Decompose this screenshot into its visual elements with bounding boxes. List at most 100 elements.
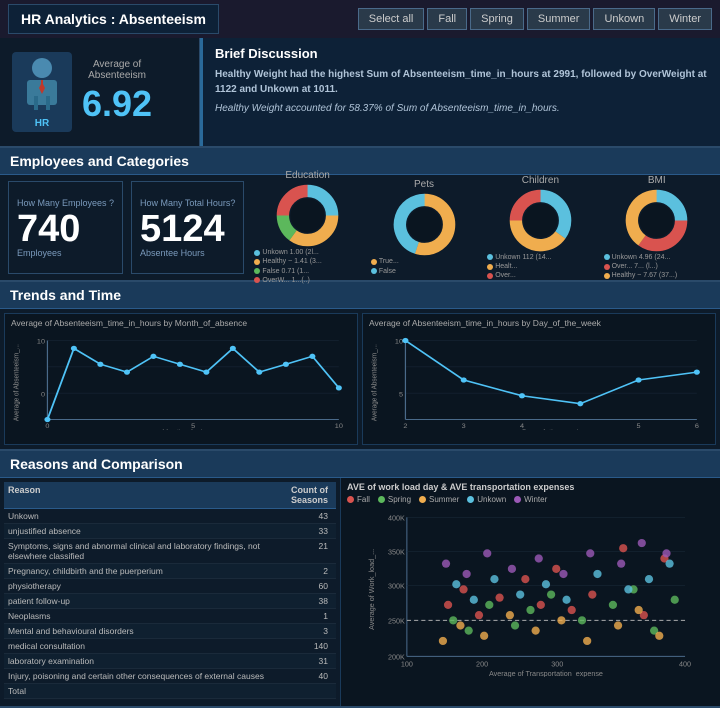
donut-legend-2: Unkown 112 (14...Healt...Over...	[485, 253, 595, 280]
reason-cell: medical consultation	[8, 641, 272, 651]
reasons-table-body: Unkown43unjustified absence33Symptoms, s…	[4, 509, 336, 699]
legend-item: OverW... 1...(..)	[254, 276, 360, 285]
trend-chart-2-title: Average of Absenteeism_time_in_hours by …	[369, 318, 709, 328]
legend-item: True...	[371, 257, 477, 266]
count-cell: 1	[272, 611, 332, 621]
table-row: Total	[4, 684, 336, 699]
legend-item: False 0.71 (1...	[254, 267, 360, 276]
table-row: patient follow-up38	[4, 594, 336, 609]
employees-sub-label: How Many Employees ?	[17, 198, 114, 208]
top-bar: HR Analytics : Absenteeism Select allFal…	[0, 0, 720, 38]
donut-svg-2	[508, 188, 573, 253]
trend-chart-2: Average of Absenteeism_time_in_hours by …	[362, 313, 716, 445]
line-chart-2: Average of Absenteeism_... 10 5	[369, 330, 709, 430]
donut-legend-1: True...False	[369, 257, 479, 275]
legend-text: Healt...	[495, 262, 517, 271]
donut-pets: PetsTrue...False	[369, 179, 479, 275]
svg-text:10: 10	[37, 339, 45, 345]
legend-dot	[487, 254, 493, 260]
svg-text:400K: 400K	[388, 513, 405, 522]
table-row: Injury, poisoning and certain other cons…	[4, 669, 336, 684]
donuts-row: EducationUnkown 1.00 (2l...Healthy ~ 1.4…	[252, 181, 712, 274]
kpi-section: HR Average ofAbsenteeism 6.92 Brief Disc…	[0, 38, 720, 148]
trend-chart-1: Average of Absenteeism_time_in_hours by …	[4, 313, 358, 445]
legend-dot	[604, 254, 610, 260]
legend-text: Over...	[495, 271, 516, 280]
legend-dot	[371, 259, 377, 265]
legend-text: Unkown 1.00 (2l...	[262, 248, 318, 257]
filter-btn-unkown[interactable]: Unkown	[593, 8, 655, 30]
kpi-values: Average ofAbsenteeism 6.92	[82, 59, 152, 125]
reason-cell: Pregnancy, childbirth and the puerperium	[8, 566, 272, 576]
svg-text:200: 200	[476, 660, 488, 669]
count-cell: 60	[272, 581, 332, 591]
filter-btn-select-all[interactable]: Select all	[358, 8, 425, 30]
reason-cell: unjustified absence	[8, 526, 272, 536]
count-cell: 40	[272, 671, 332, 681]
scatter-legend-item-summer: Summer	[419, 495, 459, 504]
legend-text: Unkown 112 (14...	[495, 253, 551, 262]
scatter-legend-dot	[347, 496, 354, 503]
reasons-content: Reason Count ofSeasons Unkown43unjustifi…	[0, 478, 720, 706]
svg-text:250K: 250K	[388, 616, 405, 625]
reasons-section: Reasons and Comparison Reason Count ofSe…	[0, 451, 720, 708]
svg-text:Average of Absenteeism_...: Average of Absenteeism_...	[13, 344, 20, 421]
legend-dot	[487, 273, 493, 279]
legend-item: Healt...	[487, 262, 593, 271]
svg-text:5: 5	[637, 423, 641, 429]
brief-text: Healthy Weight had the highest Sum of Ab…	[215, 67, 708, 116]
svg-text:300: 300	[551, 660, 563, 669]
donut-children: Children Unkown 112 (14...Healt...Over...	[485, 175, 595, 280]
table-row: laboratory examination31	[4, 654, 336, 669]
legend-dot	[487, 264, 493, 270]
count-cell: 38	[272, 596, 332, 606]
reason-cell: patient follow-up	[8, 596, 272, 606]
scatter-legend-dot	[467, 496, 474, 503]
svg-text:0: 0	[45, 423, 49, 429]
table-row: Neoplasms1	[4, 609, 336, 624]
legend-text: Healthy ~ 1.41 (3...	[262, 257, 321, 266]
legend-text: Unkown 4.96 (24...	[612, 253, 671, 262]
table-row: Symptoms, signs and abnormal clinical an…	[4, 539, 336, 564]
employees-number: 740	[17, 210, 80, 248]
legend-dot	[604, 264, 610, 270]
filter-buttons: Select allFallSpringSummerUnkownWinter	[358, 8, 712, 30]
filter-btn-winter[interactable]: Winter	[658, 8, 712, 30]
scatter-legend: FallSpringSummerUnkownWinter	[347, 495, 714, 504]
scatter-legend-label: Summer	[429, 495, 459, 504]
employees-count-box: How Many Employees ? 740 Employees	[8, 181, 123, 274]
table-row: unjustified absence33	[4, 524, 336, 539]
donut-title-3: BMI	[648, 175, 666, 186]
legend-dot	[254, 259, 260, 265]
filter-btn-spring[interactable]: Spring	[470, 8, 524, 30]
filter-btn-summer[interactable]: Summer	[527, 8, 591, 30]
scatter-area: 400K 350K 300K 250K 200K Average of Work…	[347, 507, 714, 677]
hours-label: Absentee Hours	[140, 248, 205, 258]
table-row: Unkown43	[4, 509, 336, 524]
reason-cell: Mental and behavioural disorders	[8, 626, 272, 636]
scatter-legend-item-unkown: Unkown	[467, 495, 506, 504]
trends-row: Average of Absenteeism_time_in_hours by …	[0, 309, 720, 449]
filter-btn-fall[interactable]: Fall	[427, 8, 467, 30]
hours-sub-label: How Many Total Hours?	[140, 198, 235, 208]
hr-label: HR	[35, 118, 49, 129]
trends-section-header: Trends and Time	[0, 282, 720, 309]
donut-title-2: Children	[522, 175, 559, 186]
reason-cell: physiotherapy	[8, 581, 272, 591]
count-cell: 21	[272, 541, 332, 561]
table-row: medical consultation140	[4, 639, 336, 654]
brief-text-1: Healthy Weight had the highest Sum of Ab…	[215, 67, 708, 97]
donut-legend-3: Unkown 4.96 (24...Over... 7... (l...)Hea…	[602, 253, 712, 280]
scatter-legend-label: Fall	[357, 495, 370, 504]
employees-section: Employees and Categories How Many Employ…	[0, 148, 720, 282]
svg-text:6: 6	[695, 423, 699, 429]
legend-dot	[604, 273, 610, 279]
svg-text:5: 5	[399, 392, 403, 398]
kpi-number: 6.92	[82, 83, 152, 125]
legend-dot	[254, 250, 260, 256]
scatter-legend-dot	[514, 496, 521, 503]
reasons-table: Reason Count ofSeasons Unkown43unjustifi…	[0, 478, 340, 706]
svg-text:Average of Absenteeism_...: Average of Absenteeism_...	[371, 344, 378, 421]
scatter-title: AVE of work load day & AVE transportatio…	[347, 482, 714, 492]
legend-text: True...	[379, 257, 399, 266]
